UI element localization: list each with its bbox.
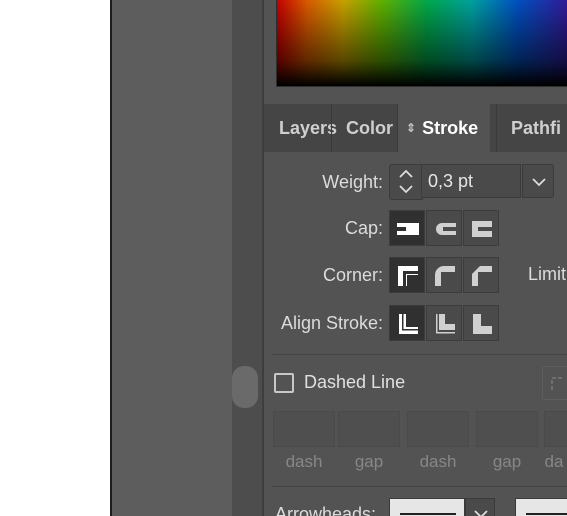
projecting-cap-button[interactable] bbox=[463, 210, 499, 246]
round-cap-button[interactable] bbox=[426, 210, 462, 246]
dash-label-1: dash bbox=[285, 452, 323, 471]
color-spectrum[interactable] bbox=[276, 0, 567, 87]
tab-separator bbox=[331, 104, 332, 152]
dashed-line-label[interactable]: Dashed Line bbox=[304, 372, 405, 393]
stroke-panel: Layers Color ⇕ Stroke Pathfi Weight: 0,3 … bbox=[264, 0, 567, 516]
tab-color[interactable]: Color bbox=[346, 104, 393, 152]
miter-join-icon bbox=[398, 266, 418, 286]
corner-label: Corner: bbox=[322, 265, 383, 285]
start-arrowhead-preview bbox=[400, 513, 456, 515]
dashed-line-checkbox[interactable] bbox=[274, 373, 294, 393]
scrollbar-thumb[interactable] bbox=[232, 366, 258, 408]
limit-label: Limit bbox=[528, 264, 567, 284]
tab-layers[interactable]: Layers bbox=[279, 104, 337, 152]
align-center-button[interactable] bbox=[389, 305, 425, 341]
end-arrowhead-preview bbox=[526, 513, 567, 515]
dash-corner-icon bbox=[551, 377, 564, 390]
gap-field-1[interactable] bbox=[338, 411, 400, 447]
tab-separator bbox=[496, 104, 497, 152]
align-outside-icon bbox=[473, 314, 492, 334]
arrowheads-label: Arrowheads: bbox=[275, 504, 377, 516]
dash-field-1[interactable] bbox=[273, 411, 335, 447]
weight-dropdown[interactable] bbox=[522, 164, 554, 198]
dash-label-3: da bbox=[544, 452, 564, 471]
chevron-down-icon bbox=[474, 510, 488, 516]
bevel-join-button[interactable] bbox=[463, 257, 499, 293]
tab-pathfinder[interactable]: Pathfi bbox=[511, 104, 561, 152]
align-inside-button[interactable] bbox=[426, 305, 462, 341]
bevel-join-icon bbox=[472, 266, 492, 286]
round-join-button[interactable] bbox=[426, 257, 462, 293]
cap-label: Cap: bbox=[344, 218, 383, 238]
panel-dock-divider[interactable] bbox=[232, 0, 262, 516]
dash-field-2[interactable] bbox=[407, 411, 469, 447]
chevron-up-icon[interactable] bbox=[398, 167, 414, 181]
tab-stroke-label: Stroke bbox=[422, 118, 479, 138]
round-cap-icon bbox=[436, 223, 456, 235]
section-divider bbox=[272, 486, 567, 487]
weight-label: Weight: bbox=[322, 172, 383, 192]
weight-stepper[interactable] bbox=[389, 164, 423, 200]
start-arrowhead-dropdown[interactable] bbox=[465, 498, 495, 516]
butt-cap-icon bbox=[397, 223, 419, 235]
dash-align-corners-button[interactable] bbox=[542, 366, 567, 400]
align-inside-icon bbox=[436, 314, 455, 334]
chevron-down-icon bbox=[532, 178, 546, 187]
chevron-down-icon[interactable] bbox=[398, 182, 414, 196]
round-join-icon bbox=[435, 266, 455, 286]
dash-field-3[interactable] bbox=[544, 411, 567, 447]
align-center-icon bbox=[399, 314, 418, 334]
color-panel-area bbox=[264, 0, 567, 100]
panel-tab-bar: Layers Color ⇕ Stroke Pathfi bbox=[264, 104, 567, 152]
projecting-cap-icon bbox=[472, 221, 492, 237]
dash-label-2: dash bbox=[419, 452, 457, 471]
pasteboard bbox=[112, 0, 232, 516]
miter-join-button[interactable] bbox=[389, 257, 425, 293]
align-stroke-label: Align Stroke: bbox=[280, 313, 383, 333]
weight-input[interactable]: 0,3 pt bbox=[421, 164, 521, 198]
tab-stroke[interactable]: ⇕ Stroke bbox=[398, 104, 491, 152]
align-outside-button[interactable] bbox=[463, 305, 499, 341]
section-divider bbox=[272, 354, 567, 355]
gap-field-2[interactable] bbox=[476, 411, 538, 447]
collapse-arrows-icon[interactable]: ⇕ bbox=[406, 121, 416, 135]
butt-cap-button[interactable] bbox=[389, 210, 425, 246]
document-canvas bbox=[0, 0, 110, 516]
gap-label-2: gap bbox=[492, 452, 522, 471]
gap-label-1: gap bbox=[354, 452, 384, 471]
